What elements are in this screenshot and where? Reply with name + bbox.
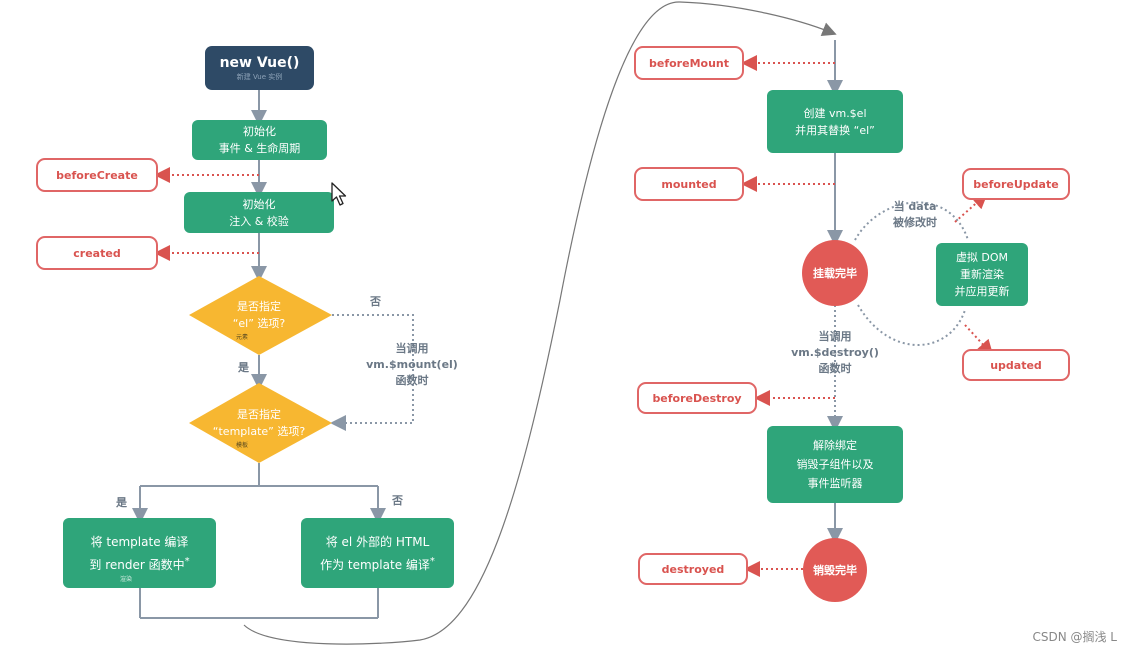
init-events-node: 初始化 事件 & 生命周期 xyxy=(192,120,327,160)
hook-destroyed-label: destroyed xyxy=(661,562,725,576)
compile-template-line2: 到 render 函数中* xyxy=(89,555,190,572)
mouse-cursor-icon xyxy=(331,182,347,206)
hook-beforecreate-label: beforeCreate xyxy=(56,168,138,182)
hook-beforemount-label: beforeMount xyxy=(649,56,729,70)
label-yes-el: 是 xyxy=(238,361,249,374)
hook-updated-label: updated xyxy=(990,358,1042,372)
data-change-line1: 当 data xyxy=(893,200,937,213)
mounted-state-label: 挂载完毕 xyxy=(813,267,857,280)
diamond-el-line1: 是否指定 xyxy=(237,300,281,313)
label-no-template: 否 xyxy=(392,494,403,507)
virtual-dom-line3: 并应用更新 xyxy=(954,285,1010,298)
hook-beforedestroy-label: beforeDestroy xyxy=(652,391,742,405)
hook-updated: updated xyxy=(962,349,1070,381)
destroyed-state-label: 销毁完毕 xyxy=(813,564,857,577)
init-inject-line2: 注入 & 校验 xyxy=(229,214,289,228)
mounted-state-circle: 挂载完毕 xyxy=(802,240,868,306)
teardown-line1: 解除绑定 xyxy=(813,439,857,452)
diamond-template-line2: “template” 选项? xyxy=(212,425,306,438)
destroy-call-line2: vm.$destroy() xyxy=(791,346,879,359)
teardown-line2: 销毁子组件以及 xyxy=(796,458,874,471)
compile-outer-line2: 作为 template 编译* xyxy=(320,555,435,572)
init-inject-line1: 初始化 xyxy=(242,197,276,211)
hook-destroyed: destroyed xyxy=(638,553,748,585)
new-vue-title: new Vue() xyxy=(219,55,300,71)
create-el-node: 创建 vm.$el 并用其替换 “el” xyxy=(767,90,903,153)
diamond-el-note: 元素 xyxy=(236,334,249,341)
virtual-dom-node: 虚拟 DOM 重新渲染 并应用更新 xyxy=(936,243,1028,306)
mount-call-line1: 当调用 xyxy=(395,342,429,355)
destroy-call-text: 当调用 vm.$destroy() 函数时 xyxy=(790,329,880,377)
diamond-template-note: 模板 xyxy=(236,442,249,449)
teardown-line3: 事件监听器 xyxy=(807,477,863,490)
destroy-call-line3: 函数时 xyxy=(818,362,852,375)
diamond-el-text: 是否指定 “el” 选项? xyxy=(209,298,309,332)
compile-outer-html-node: 将 el 外部的 HTML 作为 template 编译* xyxy=(301,518,454,588)
label-no-el: 否 xyxy=(370,295,381,308)
virtual-dom-line2: 重新渲染 xyxy=(960,268,1004,281)
hook-beforedestroy: beforeDestroy xyxy=(637,382,757,414)
teardown-node: 解除绑定 销毁子组件以及 事件监听器 xyxy=(767,426,903,503)
hook-beforeupdate-label: beforeUpdate xyxy=(973,177,1059,191)
data-change-line2: 被修改时 xyxy=(893,216,937,229)
hook-mounted-label: mounted xyxy=(661,177,717,191)
create-el-line2: 并用其替换 “el” xyxy=(795,123,875,137)
compile-outer-line1: 将 el 外部的 HTML xyxy=(325,534,430,549)
hook-beforecreate: beforeCreate xyxy=(36,158,158,192)
hook-mounted: mounted xyxy=(634,167,744,201)
mount-call-line3: 函数时 xyxy=(395,374,429,387)
hook-created: created xyxy=(36,236,158,270)
label-yes-template: 是 xyxy=(116,496,127,509)
destroy-call-line1: 当调用 xyxy=(818,330,852,343)
diamond-template-line1: 是否指定 xyxy=(237,408,281,421)
compile-template-node: 将 template 编译 到 render 函数中* xyxy=(63,518,216,588)
data-change-text: 当 data 被修改时 xyxy=(885,199,945,231)
new-vue-node: new Vue() 新建 Vue 实例 xyxy=(205,46,314,90)
virtual-dom-line1: 虚拟 DOM xyxy=(955,251,1009,264)
hook-created-label: created xyxy=(73,246,121,260)
mount-call-line2: vm.$mount(el) xyxy=(366,358,458,371)
compile-template-note: 渲染 xyxy=(120,576,133,583)
init-events-line2: 事件 & 生命周期 xyxy=(218,142,301,155)
diamond-template-text: 是否指定 “template” 选项? xyxy=(199,406,319,440)
compile-template-line1: 将 template 编译 xyxy=(90,534,189,549)
new-vue-subtitle: 新建 Vue 实例 xyxy=(236,73,283,81)
mount-call-text: 当调用 vm.$mount(el) 函数时 xyxy=(360,341,464,389)
destroyed-state-circle: 销毁完毕 xyxy=(803,538,867,602)
diamond-el-line2: “el” 选项? xyxy=(232,317,286,330)
watermark: CSDN @搁浅 L xyxy=(1032,630,1117,644)
init-inject-node: 初始化 注入 & 校验 xyxy=(184,192,334,233)
dotted-beforeupdate xyxy=(954,192,988,223)
init-events-line1: 初始化 xyxy=(243,125,276,138)
create-el-line1: 创建 vm.$el xyxy=(803,106,867,120)
dotted-updated xyxy=(964,324,994,356)
hook-beforemount: beforeMount xyxy=(634,46,744,80)
hook-beforeupdate: beforeUpdate xyxy=(962,168,1070,200)
